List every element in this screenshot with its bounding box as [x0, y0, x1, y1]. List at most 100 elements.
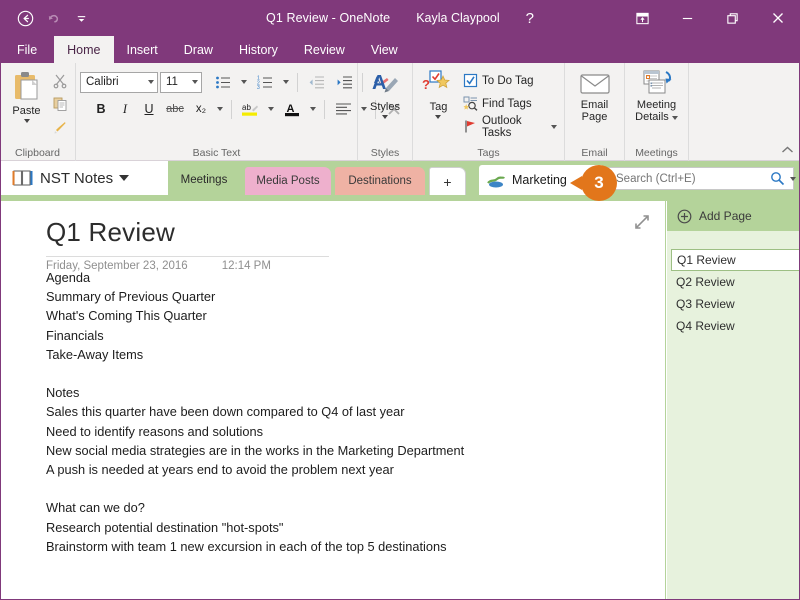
find-tags-button[interactable]: Find Tags: [460, 93, 560, 114]
chevron-down-icon[interactable]: [671, 116, 678, 120]
page-list-item-q1[interactable]: Q1 Review: [671, 249, 800, 271]
ribbon-group-email: Email Page Email: [565, 63, 625, 161]
restore-icon[interactable]: [710, 0, 755, 36]
font-color-dropdown[interactable]: [307, 98, 319, 120]
font-name-combo[interactable]: Calibri: [80, 71, 158, 93]
chevron-down-icon[interactable]: [148, 80, 154, 84]
bullets-button[interactable]: [210, 71, 236, 93]
tab-draw[interactable]: Draw: [171, 36, 226, 63]
clipboard-small-buttons: [49, 66, 71, 137]
subscript-dropdown[interactable]: [214, 98, 226, 120]
numbering-button[interactable]: 123: [252, 71, 278, 93]
meeting-details-button[interactable]: Meeting Details: [629, 66, 684, 123]
chevron-down-icon[interactable]: [192, 80, 198, 84]
strikethrough-button[interactable]: abc: [162, 98, 188, 120]
divider: [324, 99, 325, 119]
underline-button[interactable]: U: [138, 98, 160, 120]
help-icon[interactable]: ?: [526, 10, 534, 27]
page-list-spacer: [667, 231, 800, 249]
chevron-down-icon[interactable]: [119, 175, 130, 181]
bullets-dropdown[interactable]: [238, 71, 250, 93]
page-list-item-label: Q4 Review: [676, 319, 735, 333]
user-name[interactable]: Kayla Claypool: [416, 11, 499, 25]
format-painter-button[interactable]: [49, 116, 71, 137]
back-arrow-icon[interactable]: [12, 6, 38, 30]
search-box[interactable]: [607, 167, 796, 190]
chevron-down-icon[interactable]: [551, 124, 557, 129]
qat-dropdown-icon[interactable]: [68, 6, 94, 30]
font-color-icon: A: [283, 101, 301, 117]
section-tab-media-posts[interactable]: Media Posts: [245, 167, 331, 195]
page-list-item-label: Q1 Review: [677, 253, 736, 267]
email-page-label-2: Page: [581, 111, 608, 123]
page-list-item-label: Q2 Review: [676, 275, 735, 289]
tab-file[interactable]: File: [0, 36, 54, 63]
add-page-button[interactable]: Add Page: [667, 201, 800, 231]
minimize-icon[interactable]: [665, 0, 710, 36]
svg-text:A: A: [372, 72, 386, 94]
copy-button[interactable]: [49, 93, 71, 114]
subscript-button[interactable]: x₂: [190, 98, 212, 120]
page-list-item-q2[interactable]: Q2 Review: [667, 271, 800, 293]
to-do-tag-button[interactable]: To Do Tag: [460, 70, 560, 91]
tag-button[interactable]: ? Tag: [417, 66, 460, 119]
section-tab-label: Media Posts: [256, 175, 320, 187]
font-color-button[interactable]: A: [279, 98, 305, 120]
tab-home[interactable]: Home: [54, 36, 114, 63]
notebook-selector[interactable]: NST Notes: [0, 161, 168, 195]
decrease-indent-icon: [308, 75, 325, 90]
page-list-item-q3[interactable]: Q3 Review: [667, 293, 800, 315]
undo-icon[interactable]: [40, 6, 66, 30]
add-circle-icon: [677, 209, 692, 224]
title-bar: Q1 Review - OneNote Kayla Claypool ?: [0, 0, 800, 36]
chevron-down-icon[interactable]: [790, 176, 796, 181]
highlight-button[interactable]: ab: [237, 98, 263, 120]
email-page-button[interactable]: Email Page: [572, 66, 618, 123]
italic-label: I: [122, 101, 128, 116]
callout-badge-3: 3: [570, 165, 617, 201]
align-button[interactable]: [330, 98, 356, 120]
ribbon-display-options-icon[interactable]: [620, 0, 665, 36]
collapse-ribbon-icon[interactable]: [781, 145, 794, 158]
tab-history[interactable]: History: [226, 36, 291, 63]
add-section-button[interactable]: +: [429, 167, 466, 195]
cut-button[interactable]: [49, 70, 71, 91]
chevron-down-icon[interactable]: [382, 115, 388, 119]
paste-button[interactable]: Paste: [4, 66, 49, 123]
section-bar: NST Notes Meetings Media Posts Destinati…: [0, 161, 800, 201]
page-list-item-q4[interactable]: Q4 Review: [667, 315, 800, 337]
section-tab-meetings[interactable]: Meetings: [168, 165, 240, 195]
decrease-indent-button[interactable]: [303, 71, 329, 93]
tab-review[interactable]: Review: [291, 36, 358, 63]
tab-insert[interactable]: Insert: [114, 36, 171, 63]
title-divider: [46, 256, 329, 257]
svg-text:?: ?: [422, 77, 430, 92]
window-controls: [620, 0, 800, 36]
close-icon[interactable]: [755, 0, 800, 36]
section-tab-destinations[interactable]: Destinations: [335, 167, 425, 195]
expand-page-icon[interactable]: [633, 213, 651, 231]
tag-label: Tag: [429, 101, 448, 113]
ribbon-group-basic-text: Calibri 11 1 2 3 A B I U abc x₂ ab A Bas…: [76, 63, 400, 161]
increase-indent-icon: [336, 75, 353, 90]
align-left-icon: [335, 102, 352, 116]
window-title: Q1 Review - OneNote: [266, 11, 391, 25]
highlight-dropdown[interactable]: [265, 98, 277, 120]
page-title[interactable]: Q1 Review: [46, 217, 175, 248]
bold-button[interactable]: B: [90, 98, 112, 120]
chevron-down-icon[interactable]: [435, 115, 442, 119]
styles-button[interactable]: A Styles: [362, 66, 408, 119]
outlook-tasks-button[interactable]: Outlook Tasks: [460, 115, 560, 139]
search-icon[interactable]: [770, 171, 785, 186]
search-input[interactable]: [616, 172, 770, 185]
italic-button[interactable]: I: [114, 98, 136, 120]
chevron-down-icon[interactable]: [23, 119, 30, 123]
numbering-dropdown[interactable]: [280, 71, 292, 93]
ribbon-tab-strip: File Home Insert Draw History Review Vie…: [0, 36, 800, 63]
tab-view[interactable]: View: [358, 36, 411, 63]
font-size-combo[interactable]: 11: [160, 71, 202, 93]
increase-indent-button[interactable]: [331, 71, 357, 93]
find-tags-icon: [463, 96, 478, 111]
page-body-text[interactable]: Agenda Summary of Previous Quarter What'…: [46, 268, 464, 556]
chevron-down-icon: [283, 80, 289, 84]
